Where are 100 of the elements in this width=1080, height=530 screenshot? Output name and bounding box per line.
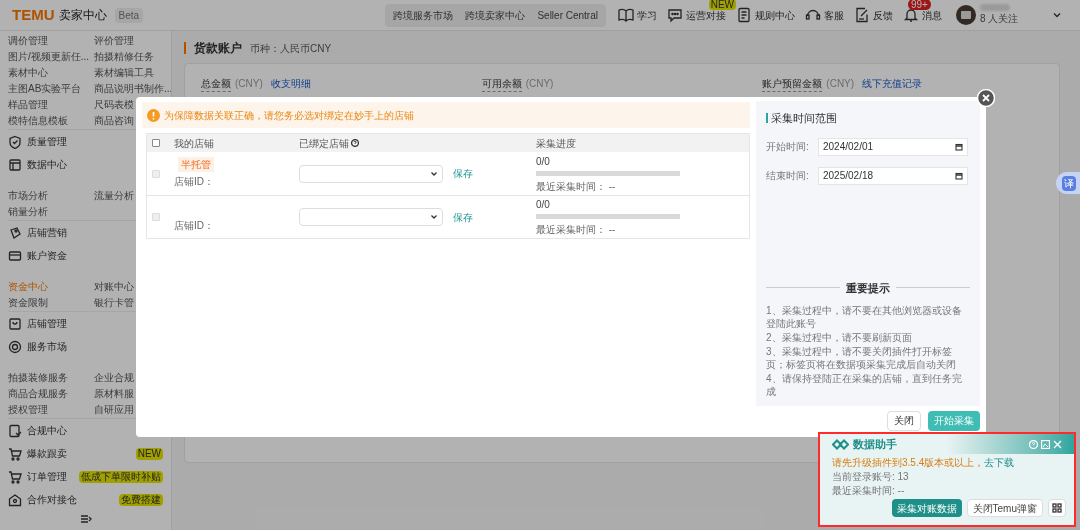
close-button[interactable]: 关闭 — [887, 410, 921, 431]
sidebar-section[interactable]: 爆款跟卖 — [27, 446, 67, 461]
close-icon[interactable] — [977, 89, 995, 107]
sidebar-link[interactable]: 对账中心 — [94, 281, 134, 292]
notice-text: 1、采集过程中，请不要在其他浏览器或设备登陆此账号 — [766, 304, 963, 330]
nav-link[interactable]: 反馈 — [873, 7, 893, 23]
calendar-icon[interactable] — [955, 142, 963, 151]
nav-link[interactable]: 消息 — [922, 7, 942, 23]
date-field[interactable]: 2025/02/18 — [818, 166, 968, 185]
sidebar-link[interactable]: 素材编辑工具 — [94, 67, 154, 78]
sidebar-link[interactable]: 主图AB实验平台 — [8, 83, 82, 94]
warehouse-icon[interactable] — [8, 492, 22, 507]
sidebar-link[interactable]: 商品合规服务 — [8, 388, 68, 399]
unit-label: (CNY) — [826, 77, 855, 91]
field-label: 开始时间: — [766, 140, 810, 154]
sidebar-link[interactable]: 样品管理 — [8, 99, 48, 110]
switcher-link[interactable]: Seller Central — [537, 7, 598, 23]
collapse-icon[interactable] — [79, 514, 92, 524]
sidebar-link[interactable]: 商品咨询 — [94, 115, 134, 126]
chat-icon[interactable] — [667, 7, 683, 23]
sidebar-link[interactable]: 素材中心 — [8, 67, 48, 78]
store-tag: 半托管 — [178, 156, 214, 172]
sidebar-link[interactable]: 流量分析 — [94, 190, 134, 201]
target-icon[interactable] — [8, 339, 22, 354]
column-header: 已绑定店铺 — [299, 136, 349, 151]
store-icon[interactable] — [8, 316, 22, 331]
cart-icon[interactable] — [8, 446, 22, 461]
blur-mask — [980, 4, 1010, 11]
switcher-link[interactable]: 跨境卖家中心 — [465, 7, 526, 23]
sidebar-link[interactable]: 授权管理 — [8, 404, 48, 415]
progress-count: 0/0 — [536, 154, 551, 169]
sidebar-section[interactable]: 店铺管理 — [27, 316, 67, 331]
sidebar-link[interactable]: 尺码表模 — [94, 99, 134, 110]
nav-link[interactable]: 运营对接 — [686, 7, 726, 23]
nav-link[interactable]: 学习 — [637, 7, 657, 23]
section-title: 货款账户 — [194, 40, 242, 57]
last-collect-time: 最近采集时间： -- — [536, 179, 617, 194]
grid-button[interactable] — [1048, 499, 1066, 517]
sidebar-link[interactable]: 商品说明书制作... — [94, 83, 171, 94]
edit-note-icon[interactable] — [854, 7, 870, 23]
sidebar-section[interactable]: 服务市场 — [27, 339, 67, 354]
sidebar-section[interactable]: 质量管理 — [27, 134, 67, 149]
headset-icon[interactable] — [805, 7, 821, 23]
currency-label: 币种：人民币CNY — [250, 41, 332, 56]
nav-link[interactable]: 客服 — [824, 7, 844, 23]
sidebar-link[interactable]: 市场分析 — [8, 190, 48, 201]
sidebar-link[interactable]: 拍摄装修服务 — [8, 372, 68, 383]
sidebar-section[interactable]: 合作对接仓 — [27, 492, 77, 507]
sidebar-link[interactable]: 图片/视频更新任... — [8, 51, 90, 62]
chevron-down-icon[interactable] — [1052, 10, 1062, 20]
sidebar-link[interactable]: 模特信息模板 — [8, 115, 68, 126]
sidebar-link[interactable]: 评价管理 — [94, 35, 134, 46]
shield-icon[interactable] — [8, 134, 22, 149]
tag-icon[interactable] — [8, 225, 22, 240]
stat-label: 账户预留金额 — [762, 76, 823, 92]
nav-link[interactable]: 规则中心 — [755, 7, 795, 23]
sidebar-section[interactable]: 店铺营销 — [27, 225, 67, 240]
sidebar-link[interactable]: 资金限制 — [8, 297, 48, 308]
panel-title: 采集时间范围 — [771, 111, 837, 126]
sidebar-section[interactable]: 合规中心 — [27, 423, 67, 438]
chevron-down-icon — [430, 169, 438, 178]
help-icon[interactable] — [351, 139, 359, 147]
grid-icon — [1052, 503, 1062, 513]
promo-badge: 免费搭建 — [119, 493, 163, 506]
sidebar-link[interactable]: 调价管理 — [8, 35, 48, 46]
product-name: 卖家中心 — [58, 7, 107, 24]
sidebar-link[interactable]: 原材料服 — [94, 388, 134, 399]
download-link[interactable]: 去下载 — [984, 456, 1015, 470]
sidebar-link[interactable]: 银行卡管 — [94, 297, 134, 308]
document-icon[interactable] — [736, 7, 752, 23]
document-check-icon[interactable] — [8, 423, 22, 438]
book-icon[interactable] — [618, 7, 634, 23]
helper-title: 数据助手 — [853, 436, 897, 452]
sidebar-link[interactable]: 拍摄精修任务 — [94, 51, 154, 62]
sidebar-link[interactable]: 企业合规 — [94, 372, 134, 383]
stat-label: 总金额 — [201, 76, 231, 92]
close-popup-button[interactable]: 关闭Temu弹窗 — [966, 499, 1043, 517]
last-collect-time: 最近采集时间： -- — [536, 223, 617, 237]
collect-button[interactable]: 采集对账数据 — [891, 499, 962, 517]
bell-icon[interactable] — [903, 7, 919, 23]
calendar-icon[interactable] — [955, 171, 963, 180]
sidebar-link[interactable]: 自研应用 — [94, 404, 134, 415]
detail-link[interactable]: 线下充值记录 — [862, 76, 923, 91]
sidebar-section[interactable]: 账户资金 — [27, 248, 67, 263]
chevron-down-icon — [430, 213, 438, 221]
unit-label: (CNY) — [525, 77, 554, 91]
store-id-label: 店铺ID： — [174, 218, 214, 233]
date-field[interactable]: 2024/02/01 — [818, 137, 968, 156]
beta-badge: Beta — [114, 7, 144, 23]
sidebar-link[interactable]: 销量分析 — [8, 206, 48, 217]
sidebar-section[interactable]: 订单管理 — [27, 469, 67, 484]
switcher-link[interactable]: 跨境服务市场 — [393, 7, 454, 23]
detail-link[interactable]: 收支明细 — [270, 76, 311, 91]
avatar-icon[interactable] — [956, 5, 976, 25]
table-icon[interactable] — [8, 157, 22, 172]
wallet-icon[interactable] — [8, 248, 22, 263]
translate-button[interactable]: 译 — [1062, 175, 1076, 191]
sidebar-section[interactable]: 数据中心 — [27, 157, 67, 172]
checkbox[interactable] — [152, 139, 160, 147]
cart-icon[interactable] — [8, 469, 22, 484]
